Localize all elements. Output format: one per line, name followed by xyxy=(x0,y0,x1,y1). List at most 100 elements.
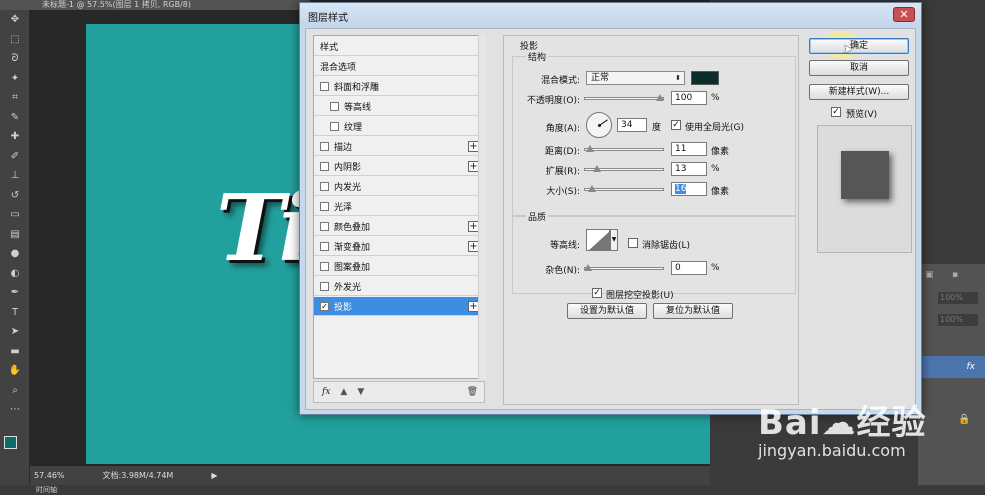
style-checkbox[interactable] xyxy=(320,161,329,171)
path-select-tool-icon[interactable]: ➤ xyxy=(0,322,30,342)
contour-dropdown-icon[interactable]: ▼ xyxy=(610,229,618,251)
style-list-item[interactable]: 图案叠加 xyxy=(314,257,484,276)
make-default-button[interactable]: 设置为默认值 xyxy=(567,303,647,319)
opacity-input[interactable]: 100 xyxy=(671,91,707,105)
style-list-item[interactable]: 斜面和浮雕 xyxy=(314,77,484,96)
move-up-icon[interactable]: ▲ xyxy=(340,387,347,397)
style-list-item[interactable]: 描边 + xyxy=(314,137,484,156)
spread-input[interactable]: 13 xyxy=(671,162,707,176)
distance-slider-thumb[interactable] xyxy=(586,145,595,152)
magic-wand-tool-icon[interactable]: ✦ xyxy=(0,69,30,89)
move-down-icon[interactable]: ▼ xyxy=(357,387,364,397)
style-list-item[interactable]: 内发光 xyxy=(314,177,484,196)
style-checkbox[interactable] xyxy=(330,121,339,131)
cancel-button[interactable]: 取消 xyxy=(809,60,909,76)
panel-toggle-icon[interactable]: ▪ xyxy=(952,270,958,280)
pen-tool-icon[interactable]: ✒ xyxy=(0,283,30,303)
selected-layer-row[interactable]: fx xyxy=(918,356,985,378)
new-style-button[interactable]: 新建样式(W)... xyxy=(809,84,909,100)
style-checkbox[interactable] xyxy=(320,181,329,191)
blend-mode-select[interactable]: 正常 ⬍ xyxy=(586,71,685,85)
spread-slider-thumb[interactable] xyxy=(593,165,602,172)
trash-icon[interactable]: 🗑 xyxy=(467,387,478,397)
style-list-item[interactable]: ✓ 投影 + xyxy=(314,297,484,316)
crop-tool-icon[interactable]: ⌗ xyxy=(0,88,30,108)
style-list-item[interactable]: 外发光 xyxy=(314,277,484,296)
status-arrow-icon[interactable]: ▶ xyxy=(211,471,217,480)
shadow-color-swatch[interactable] xyxy=(691,71,719,85)
style-checkbox[interactable] xyxy=(320,81,329,91)
document-info: 文档:3.98M/4.74M xyxy=(102,471,174,480)
style-list-item[interactable]: 纹理 xyxy=(314,117,484,136)
gradient-tool-icon[interactable]: ▤ xyxy=(0,225,30,245)
opacity-slider-thumb[interactable] xyxy=(656,94,664,101)
foreground-color-swatch[interactable] xyxy=(4,436,17,449)
style-checkbox[interactable] xyxy=(320,281,329,291)
dialog-titlebar[interactable]: 图层样式 ✕ xyxy=(300,3,921,27)
opacity-slider[interactable] xyxy=(584,97,664,100)
style-checkbox[interactable] xyxy=(320,261,329,271)
brush-tool-icon[interactable]: ✐ xyxy=(0,147,30,167)
style-checkbox[interactable] xyxy=(320,141,329,151)
style-checkbox[interactable]: ✓ xyxy=(320,301,329,311)
knockout-label: 图层挖空投影(U) xyxy=(606,291,674,301)
preview-label: 预览(V) xyxy=(846,110,878,120)
style-list-item[interactable]: 等高线 xyxy=(314,97,484,116)
style-list-item[interactable]: 样式 xyxy=(314,37,484,56)
lasso-tool-icon[interactable]: ᘐ xyxy=(0,49,30,69)
noise-input[interactable]: 0 xyxy=(671,261,707,275)
knockout-checkbox[interactable]: ✓ xyxy=(592,288,602,298)
eraser-tool-icon[interactable]: ▭ xyxy=(0,205,30,225)
move-tool-icon[interactable]: ✥ xyxy=(0,10,30,30)
style-checkbox[interactable] xyxy=(320,221,329,231)
style-item-label: 图案叠加 xyxy=(334,262,371,273)
healing-tool-icon[interactable]: ✚ xyxy=(0,127,30,147)
reset-default-button[interactable]: 复位为默认值 xyxy=(653,303,733,319)
dodge-tool-icon[interactable]: ◐ xyxy=(0,264,30,284)
style-list-item[interactable]: 混合选项 xyxy=(314,57,484,76)
hand-tool-icon[interactable]: ✋ xyxy=(0,361,30,381)
stamp-tool-icon[interactable]: ⊥ xyxy=(0,166,30,186)
zoom-tool-icon[interactable]: ⌕ xyxy=(0,381,30,401)
style-list-scrollbar[interactable] xyxy=(478,35,486,379)
document-tab[interactable]: 未标题-1 @ 57.5%(图层 1 拷贝, RGB/8) xyxy=(0,0,310,10)
size-slider-thumb[interactable] xyxy=(588,185,597,192)
close-icon[interactable]: ✕ xyxy=(893,7,915,22)
style-list-item[interactable]: 颜色叠加 + xyxy=(314,217,484,236)
distance-slider[interactable] xyxy=(584,148,664,151)
angle-dial[interactable] xyxy=(586,112,612,138)
style-checkbox[interactable] xyxy=(320,201,329,211)
marquee-tool-icon[interactable]: ⬚ xyxy=(0,30,30,50)
zoom-level[interactable]: 57.46% xyxy=(34,471,65,480)
opacity-field[interactable]: 100% xyxy=(938,292,978,304)
antialias-checkbox[interactable] xyxy=(628,238,638,248)
fx-menu-icon[interactable]: fx xyxy=(322,387,330,397)
noise-slider[interactable] xyxy=(584,267,664,270)
style-item-label: 投影 xyxy=(334,302,353,313)
watermark-logo: Bai☁经验 xyxy=(758,403,927,443)
shape-tool-icon[interactable]: ▬ xyxy=(0,342,30,362)
angle-input[interactable]: 34 xyxy=(617,118,647,132)
style-list-item[interactable]: 内阴影 + xyxy=(314,157,484,176)
blend-mode-label: 混合模式: xyxy=(540,76,580,86)
history-brush-tool-icon[interactable]: ↺ xyxy=(0,186,30,206)
style-list-item[interactable]: 光泽 xyxy=(314,197,484,216)
style-list-item[interactable]: 渐变叠加 + xyxy=(314,237,484,256)
style-checkbox[interactable] xyxy=(330,101,339,111)
style-item-label: 内阴影 xyxy=(334,162,362,173)
more-tools-icon[interactable]: ⋯ xyxy=(0,400,30,420)
noise-slider-thumb[interactable] xyxy=(584,264,592,271)
preview-checkbox[interactable]: ✓ xyxy=(831,107,841,117)
distance-input[interactable]: 11 xyxy=(671,142,707,156)
contour-preview[interactable] xyxy=(586,229,610,251)
panel-filter-icon[interactable]: ▣ xyxy=(925,270,934,280)
style-checkbox[interactable] xyxy=(320,241,329,251)
blur-tool-icon[interactable]: ● xyxy=(0,244,30,264)
type-tool-icon[interactable]: T xyxy=(0,303,30,323)
global-light-checkbox[interactable]: ✓ xyxy=(671,120,681,130)
timeline-panel-tab[interactable]: 时间轴 xyxy=(0,485,985,495)
fill-field[interactable]: 100% xyxy=(938,314,978,326)
size-input[interactable]: 16 xyxy=(671,182,707,196)
ok-button[interactable]: 确定 xyxy=(809,38,909,54)
eyedropper-tool-icon[interactable]: ✎ xyxy=(0,108,30,128)
